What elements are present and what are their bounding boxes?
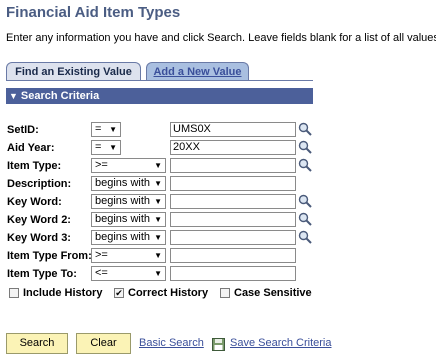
lookup-icon[interactable] — [298, 122, 312, 136]
chevron-down-icon: ▼ — [154, 197, 162, 206]
key-word-2-operator-select[interactable]: begins with ▼ — [91, 212, 166, 227]
key-word-2-label: Key Word 2: — [7, 214, 71, 226]
key-word-3-input[interactable] — [170, 230, 296, 245]
chevron-down-icon: ▼ — [154, 269, 162, 278]
clear-button[interactable]: Clear — [76, 333, 131, 354]
tab-divider — [6, 80, 313, 81]
section-label: Search Criteria — [20, 90, 100, 102]
instructions-text: Enter any information you have and click… — [6, 32, 436, 44]
key-word-label: Key Word: — [7, 196, 62, 208]
checkmark-icon: ✔ — [115, 288, 123, 298]
key-word-operator-select[interactable]: begins with ▼ — [91, 194, 166, 209]
aid-year-label: Aid Year: — [7, 142, 55, 154]
key-word-3-operator-select[interactable]: begins with ▼ — [91, 230, 166, 245]
description-input[interactable] — [170, 176, 296, 191]
aid-year-operator-value: = — [95, 141, 102, 153]
collapse-triangle-icon: ▼ — [9, 91, 18, 101]
item-type-to-operator-select[interactable]: <= ▼ — [91, 266, 166, 281]
item-type-from-label: Item Type From: — [7, 250, 92, 262]
case-sensitive-checkbox[interactable] — [220, 288, 230, 298]
item-type-from-input[interactable] — [170, 248, 296, 263]
include-history-label: Include History — [23, 287, 103, 299]
item-type-operator-value: >= — [95, 159, 108, 171]
lookup-icon[interactable] — [298, 194, 312, 208]
chevron-down-icon: ▼ — [154, 215, 162, 224]
chevron-down-icon: ▼ — [109, 125, 117, 134]
item-type-label: Item Type: — [7, 160, 62, 172]
aid-year-input[interactable]: 20XX — [170, 140, 296, 155]
key-word-input[interactable] — [170, 194, 296, 209]
item-type-operator-select[interactable]: >= ▼ — [91, 158, 166, 173]
key-word-operator-value: begins with — [95, 195, 151, 207]
item-type-to-label: Item Type To: — [7, 268, 77, 280]
key-word-3-operator-value: begins with — [95, 231, 151, 243]
basic-search-link[interactable]: Basic Search — [139, 337, 204, 349]
chevron-down-icon: ▼ — [154, 179, 162, 188]
description-operator-select[interactable]: begins with ▼ — [91, 176, 166, 191]
setid-label: SetID: — [7, 124, 39, 136]
include-history-checkbox[interactable] — [9, 288, 19, 298]
lookup-icon[interactable] — [298, 212, 312, 226]
item-type-to-operator-value: <= — [95, 267, 108, 279]
tab-find-existing-value[interactable]: Find an Existing Value — [6, 62, 141, 81]
search-button[interactable]: Search — [6, 333, 68, 354]
lookup-icon[interactable] — [298, 230, 312, 244]
setid-input[interactable]: UMS0X — [170, 122, 296, 137]
correct-history-label: Correct History — [128, 287, 209, 299]
description-label: Description: — [7, 178, 72, 190]
key-word-3-label: Key Word 3: — [7, 232, 71, 244]
chevron-down-icon: ▼ — [154, 161, 162, 170]
correct-history-checkbox[interactable]: ✔ — [114, 288, 124, 298]
item-type-to-input[interactable] — [170, 266, 296, 281]
chevron-down-icon: ▼ — [109, 143, 117, 152]
case-sensitive-label: Case Sensitive — [234, 287, 312, 299]
setid-operator-value: = — [95, 123, 102, 135]
key-word-2-input[interactable] — [170, 212, 296, 227]
lookup-icon[interactable] — [298, 140, 312, 154]
item-type-input[interactable] — [170, 158, 296, 173]
save-search-criteria-link[interactable]: Save Search Criteria — [230, 337, 332, 349]
search-criteria-header[interactable]: ▼ Search Criteria — [6, 88, 313, 104]
setid-operator-select[interactable]: = ▼ — [91, 122, 121, 137]
item-type-from-operator-value: >= — [95, 249, 108, 261]
key-word-2-operator-value: begins with — [95, 213, 151, 225]
save-icon[interactable] — [212, 338, 225, 351]
lookup-icon[interactable] — [298, 158, 312, 172]
chevron-down-icon: ▼ — [154, 251, 162, 260]
aid-year-operator-select[interactable]: = ▼ — [91, 140, 121, 155]
page-title: Financial Aid Item Types — [6, 4, 181, 21]
tab-add-new-value[interactable]: Add a New Value — [146, 62, 249, 81]
description-operator-value: begins with — [95, 177, 151, 189]
item-type-from-operator-select[interactable]: >= ▼ — [91, 248, 166, 263]
chevron-down-icon: ▼ — [154, 233, 162, 242]
